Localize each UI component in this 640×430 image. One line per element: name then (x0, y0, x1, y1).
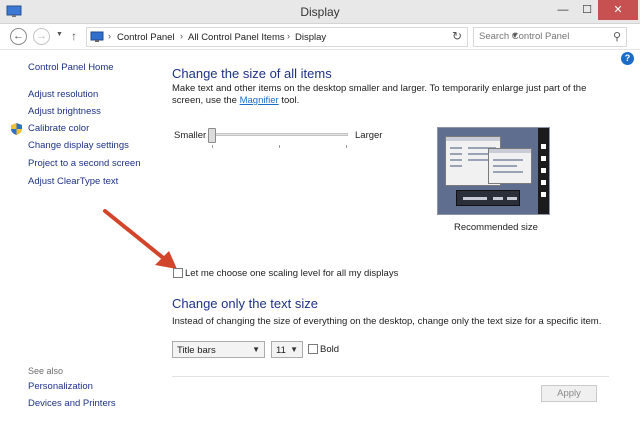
slider-max-label: Larger (355, 130, 383, 141)
search-box[interactable]: ⚲ (473, 27, 627, 47)
address-box[interactable]: › Control Panel › All Control Panel Item… (86, 27, 519, 47)
apply-button[interactable]: Apply (541, 385, 597, 402)
divider (172, 376, 609, 377)
see-also-label: See also (28, 366, 64, 376)
address-row: ← → ▼ ↑ › Control Panel › All Control Pa… (0, 24, 640, 50)
magnifier-link[interactable]: Magnifier (240, 95, 279, 106)
breadcrumb-all-items[interactable]: All Control Panel Items (188, 32, 285, 43)
window-title: Display (300, 5, 340, 19)
nav-project-second-screen[interactable]: Project to a second screen (28, 158, 140, 169)
help-icon[interactable]: ? (621, 52, 634, 65)
scaling-level-checkbox[interactable] (173, 268, 183, 278)
bold-checkbox[interactable] (308, 344, 318, 354)
size-preview-image (437, 127, 550, 215)
maximize-button[interactable]: ☐ (573, 0, 601, 20)
preview-window (488, 148, 532, 184)
nav-adjust-cleartype[interactable]: Adjust ClearType text (28, 176, 118, 187)
recent-pages-chevron-icon[interactable]: ▼ (56, 31, 63, 38)
nav-change-display-settings[interactable]: Change display settings (28, 140, 129, 151)
description-text-end: tool. (278, 95, 300, 106)
text-item-select[interactable]: Title bars ▼ (172, 341, 265, 358)
breadcrumb-control-panel[interactable]: Control Panel (117, 32, 175, 43)
preview-taskbar (538, 128, 549, 214)
size-slider-thumb[interactable] (208, 128, 216, 143)
close-button[interactable]: ✕ (598, 0, 638, 20)
uac-shield-icon (11, 123, 22, 135)
see-also-devices-printers[interactable]: Devices and Printers (28, 398, 116, 409)
refresh-icon[interactable]: ↻ (447, 29, 467, 47)
breadcrumb-separator-icon: › (108, 31, 111, 41)
text-size-value: 11 (276, 345, 286, 356)
bold-label[interactable]: Bold (320, 344, 339, 355)
text-section-heading: Change only the text size (172, 296, 318, 311)
nav-adjust-resolution[interactable]: Adjust resolution (28, 89, 98, 100)
nav-calibrate-color[interactable]: Calibrate color (28, 123, 89, 134)
breadcrumb-separator-icon: › (287, 31, 290, 41)
nav-adjust-brightness[interactable]: Adjust brightness (28, 106, 101, 117)
search-icon[interactable]: ⚲ (613, 30, 621, 43)
chevron-down-icon: ▼ (290, 345, 298, 354)
forward-arrow-icon[interactable]: → (33, 28, 50, 45)
search-input[interactable] (479, 31, 605, 42)
text-size-select[interactable]: 11 ▼ (271, 341, 303, 358)
description-text: Make text and other items on the desktop… (172, 83, 587, 106)
breadcrumb-display[interactable]: Display (295, 32, 326, 43)
size-section-description: Make text and other items on the desktop… (172, 83, 617, 107)
text-section-description: Instead of changing the size of everythi… (172, 316, 602, 327)
size-slider-track[interactable] (209, 133, 348, 136)
slider-tick (279, 145, 280, 148)
preview-dialog (456, 190, 520, 206)
slider-tick (212, 145, 213, 148)
chevron-down-icon: ▼ (252, 345, 260, 354)
text-item-value: Title bars (177, 345, 216, 356)
nav-control-panel-home[interactable]: Control Panel Home (28, 62, 114, 73)
breadcrumb-separator-icon: › (180, 31, 183, 41)
see-also-personalization[interactable]: Personalization (28, 381, 93, 392)
up-arrow-icon[interactable]: ↑ (71, 29, 77, 43)
slider-tick (346, 145, 347, 148)
title-bar: Display — ☐ ✕ (0, 0, 640, 24)
control-panel-icon (90, 31, 104, 42)
slider-min-label: Smaller (174, 130, 207, 141)
back-arrow-icon[interactable]: ← (10, 28, 27, 45)
scaling-level-label[interactable]: Let me choose one scaling level for all … (185, 268, 398, 279)
preview-caption: Recommended size (454, 222, 538, 233)
size-section-heading: Change the size of all items (172, 66, 332, 81)
red-arrow-icon (103, 209, 177, 269)
